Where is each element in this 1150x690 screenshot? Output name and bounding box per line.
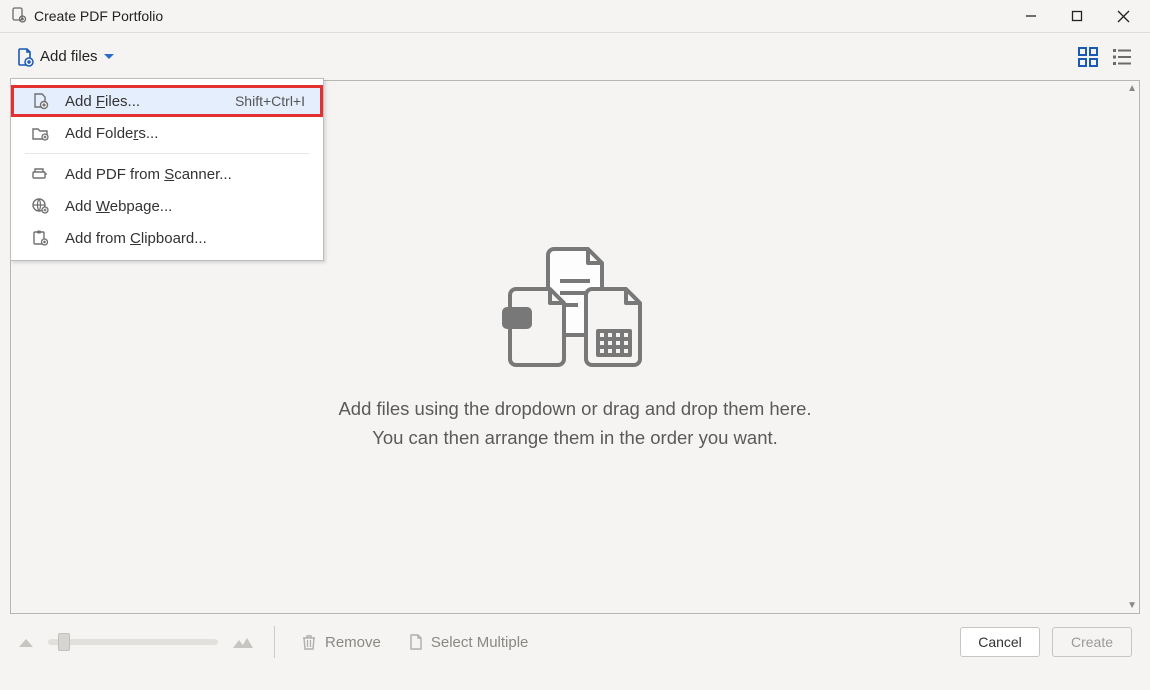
menu-shortcut: Shift+Ctrl+I [235, 93, 305, 109]
placeholder-line2: You can then arrange them in the order y… [338, 424, 811, 453]
app-icon [10, 7, 28, 25]
menu-item-add-webpage[interactable]: Add Webpage... [11, 190, 323, 222]
menu-separator [25, 153, 309, 154]
menu-item-add-files[interactable]: Add Files... Shift+Ctrl+I [11, 85, 323, 117]
menu-item-add-folders[interactable]: Add Folders... [11, 117, 323, 149]
divider [274, 626, 275, 658]
zoom-slider[interactable] [48, 639, 218, 645]
window-title: Create PDF Portfolio [34, 8, 1008, 24]
scanner-icon [29, 166, 51, 182]
toolbar: Add files [0, 32, 1150, 80]
zoom-handle[interactable] [58, 633, 70, 651]
list-view-button[interactable] [1112, 47, 1132, 67]
footer: Remove Select Multiple Cancel Create [0, 614, 1150, 670]
maximize-button[interactable] [1054, 0, 1100, 32]
cancel-button[interactable]: Cancel [960, 627, 1040, 657]
menu-label: Add Folders... [65, 125, 305, 142]
add-file-icon [16, 47, 34, 67]
menu-label: Add Webpage... [65, 198, 305, 215]
grid-view-button[interactable] [1078, 47, 1098, 67]
scroll-up-icon[interactable]: ▲ [1127, 83, 1137, 94]
file-plus-icon [29, 92, 51, 110]
add-files-menu: Add Files... Shift+Ctrl+I Add Folders...… [10, 78, 324, 261]
minimize-button[interactable] [1008, 0, 1054, 32]
menu-item-add-clipboard[interactable]: Add from Clipboard... [11, 222, 323, 254]
menu-item-add-scanner[interactable]: Add PDF from Scanner... [11, 158, 323, 190]
scroll-down-icon[interactable]: ▼ [1127, 600, 1137, 611]
zoom-out-icon[interactable] [18, 636, 34, 648]
trash-icon [301, 633, 317, 651]
placeholder-text: Add files using the dropdown or drag and… [338, 395, 811, 452]
zoom-in-icon[interactable] [232, 635, 254, 649]
menu-label: Add Files... [65, 93, 221, 110]
globe-icon [29, 197, 51, 215]
clipboard-icon [29, 229, 51, 247]
placeholder-illustration [490, 241, 660, 371]
create-button[interactable]: Create [1052, 627, 1132, 657]
add-files-dropdown-button[interactable]: Add files [10, 43, 120, 71]
menu-label: Add PDF from Scanner... [65, 166, 305, 183]
remove-label: Remove [325, 634, 381, 651]
add-files-label: Add files [40, 48, 98, 65]
placeholder-line1: Add files using the dropdown or drag and… [338, 395, 811, 424]
select-multiple-button[interactable]: Select Multiple [401, 629, 535, 655]
chevron-down-icon [104, 54, 114, 60]
titlebar: Create PDF Portfolio [0, 0, 1150, 32]
close-button[interactable] [1100, 0, 1146, 32]
select-multiple-label: Select Multiple [431, 634, 529, 651]
select-multiple-icon [407, 633, 423, 651]
menu-label: Add from Clipboard... [65, 230, 305, 247]
remove-button[interactable]: Remove [295, 629, 387, 655]
folder-plus-icon [29, 125, 51, 141]
